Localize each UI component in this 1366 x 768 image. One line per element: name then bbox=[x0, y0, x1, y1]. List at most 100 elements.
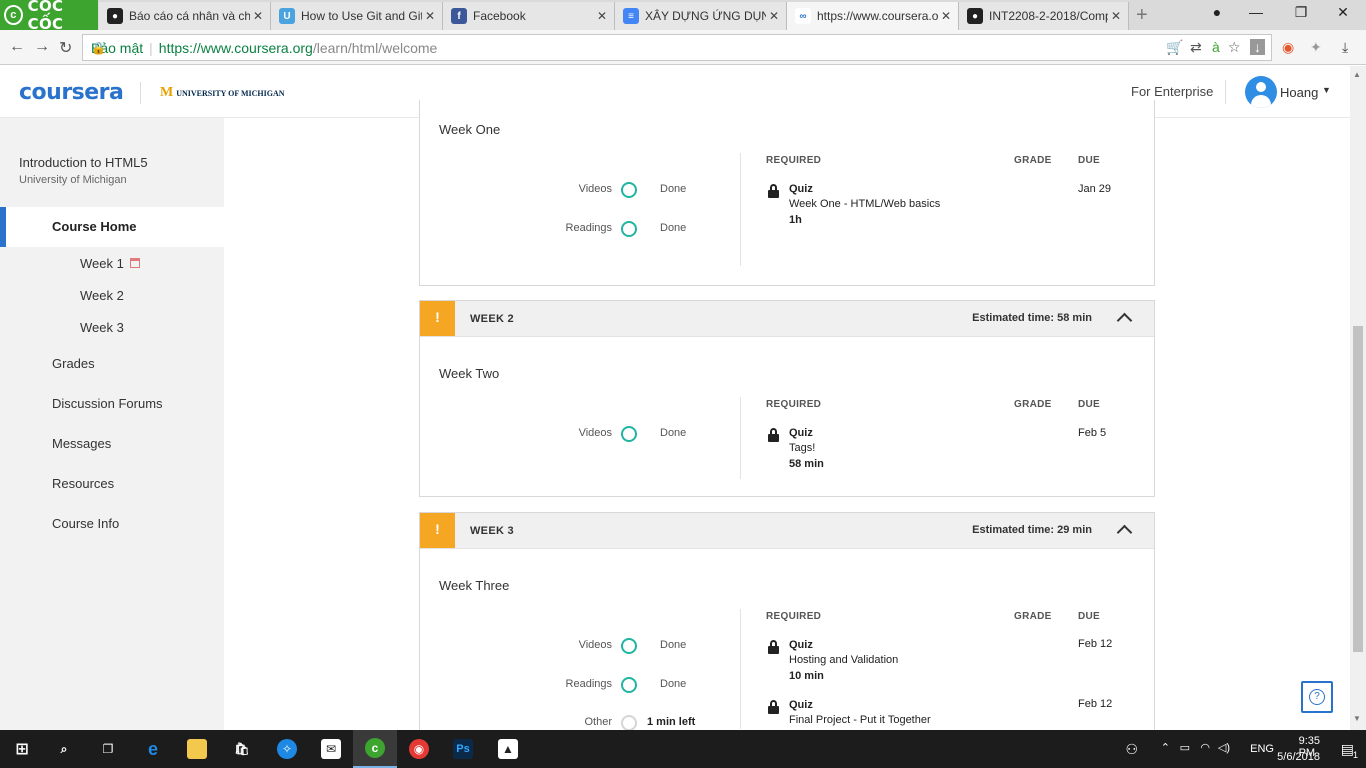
tab-title: INT2208-2-2018/Complet bbox=[989, 9, 1108, 23]
bookmark-star-icon[interactable]: ☆ bbox=[1228, 39, 1241, 56]
item-title[interactable]: Final Project - Put it Together bbox=[789, 714, 931, 726]
browser-tab[interactable]: f Facebook ✕ bbox=[443, 2, 615, 30]
extension-icon[interactable]: ◉ bbox=[1282, 39, 1294, 56]
address-bar[interactable]: 🔒 Bảo mật | https://www.coursera.org /le… bbox=[82, 34, 1272, 61]
sidebar-item-week-3[interactable]: Week 3 bbox=[80, 320, 124, 335]
restore-button[interactable]: ❐ bbox=[1286, 4, 1316, 21]
translate-icon[interactable]: ⇄ bbox=[1190, 39, 1202, 56]
sidebar-item-grades[interactable]: Grades bbox=[52, 356, 95, 371]
progress-ring-icon bbox=[621, 182, 637, 198]
download-savior-icon[interactable]: ↓ bbox=[1250, 39, 1265, 55]
item-title[interactable]: Week One - HTML/Web basics bbox=[789, 198, 940, 210]
coccoc-app[interactable]: c bbox=[353, 730, 397, 768]
language-indicator[interactable]: ENG bbox=[1250, 743, 1274, 755]
chevron-up-icon[interactable] bbox=[1116, 312, 1133, 329]
wifi-icon[interactable]: ◠ bbox=[1200, 741, 1210, 754]
calendar-icon bbox=[129, 258, 140, 268]
page-scrollbar[interactable]: ▲ ▼ bbox=[1350, 66, 1366, 730]
forward-icon[interactable]: → bbox=[34, 38, 50, 56]
item-due-date: Feb 12 bbox=[1078, 638, 1113, 650]
photos-app[interactable]: ▲ bbox=[486, 730, 530, 768]
back-icon[interactable]: ← bbox=[9, 38, 25, 56]
browser-tab[interactable]: ● INT2208-2-2018/Complet ✕ bbox=[959, 2, 1129, 30]
profile-icon[interactable]: ● bbox=[1202, 4, 1232, 20]
people-icon[interactable]: ⚇ bbox=[1125, 741, 1138, 758]
close-window-button[interactable]: ✕ bbox=[1328, 4, 1358, 21]
browser-tab[interactable]: ≡ XÂY DỰNG ỨNG DỤNG H ✕ bbox=[615, 2, 787, 30]
scrollbar-thumb[interactable] bbox=[1353, 326, 1363, 652]
chevron-down-icon[interactable]: ▼ bbox=[1322, 85, 1331, 95]
partner-name: UNIVERSITY OF MICHIGAN bbox=[176, 88, 285, 98]
vietnamese-input-icon[interactable]: à bbox=[1212, 39, 1220, 55]
partner-logo[interactable]: M UNIVERSITY OF MICHIGAN bbox=[160, 85, 285, 101]
sidebar-item-course-home[interactable]: Course Home bbox=[0, 207, 224, 247]
item-type[interactable]: Quiz bbox=[789, 639, 813, 651]
reload-icon[interactable]: ↻ bbox=[59, 38, 72, 58]
safari-app[interactable]: ✧ bbox=[265, 730, 309, 768]
github-icon: ● bbox=[967, 8, 983, 24]
new-tab-button[interactable]: + bbox=[1136, 4, 1148, 27]
udacity-icon: U bbox=[279, 8, 295, 24]
chrome-app[interactable]: ◉ bbox=[397, 730, 441, 768]
start-button[interactable]: ⊞ bbox=[0, 730, 44, 768]
minimize-button[interactable]: — bbox=[1241, 4, 1271, 20]
photoshop-app[interactable]: Ps bbox=[441, 730, 485, 768]
extension-icon[interactable]: ✦ bbox=[1310, 39, 1322, 56]
close-tab-icon[interactable]: ✕ bbox=[938, 9, 954, 23]
item-type[interactable]: Quiz bbox=[789, 427, 813, 439]
close-tab-icon[interactable]: ✕ bbox=[422, 9, 438, 23]
sidebar-item-week-2[interactable]: Week 2 bbox=[80, 288, 124, 303]
course-title[interactable]: Introduction to HTML5 bbox=[19, 155, 148, 170]
browser-tab[interactable]: ● Báo cáo cá nhân và chấm ✕ bbox=[99, 2, 271, 30]
browser-tab[interactable]: U How to Use Git and GitHu ✕ bbox=[271, 2, 443, 30]
item-type[interactable]: Quiz bbox=[789, 183, 813, 195]
umich-block-m-icon: M bbox=[160, 85, 174, 100]
browser-tab-active[interactable]: ∞ https://www.coursera.org/ ✕ bbox=[787, 2, 959, 30]
chrome-icon: ◉ bbox=[409, 739, 429, 759]
item-due-date: Jan 29 bbox=[1078, 183, 1112, 195]
item-title[interactable]: Tags! bbox=[789, 442, 815, 454]
close-tab-icon[interactable]: ✕ bbox=[1108, 9, 1124, 23]
mail-app[interactable]: ✉ bbox=[309, 730, 353, 768]
item-title[interactable]: Hosting and Validation bbox=[789, 654, 898, 666]
chevron-up-icon[interactable]: ⌃ bbox=[1161, 741, 1170, 754]
scroll-up-icon[interactable]: ▲ bbox=[1353, 70, 1361, 79]
close-tab-icon[interactable]: ✕ bbox=[250, 9, 266, 23]
shopping-cart-icon[interactable]: 🛒 bbox=[1166, 39, 1183, 56]
volume-icon[interactable]: ◁) bbox=[1218, 741, 1230, 754]
task-view-button[interactable]: ❐ bbox=[86, 730, 130, 768]
scroll-down-icon[interactable]: ▼ bbox=[1353, 714, 1361, 723]
avatar[interactable] bbox=[1245, 76, 1277, 108]
user-name[interactable]: Hoang bbox=[1280, 85, 1318, 100]
store-app[interactable]: 🛍 bbox=[220, 730, 264, 768]
stat-value: Done bbox=[660, 639, 687, 651]
chevron-up-icon[interactable] bbox=[1116, 524, 1133, 541]
course-sidebar: Introduction to HTML5 University of Mich… bbox=[0, 118, 224, 730]
week-label: WEEK 2 bbox=[470, 313, 514, 325]
sidebar-item-course-info[interactable]: Course Info bbox=[52, 516, 119, 531]
coursera-logo[interactable]: coursera bbox=[19, 80, 124, 105]
sidebar-item-messages[interactable]: Messages bbox=[52, 436, 111, 451]
week-card-header[interactable]: ! WEEK 3 Estimated time: 29 min bbox=[420, 513, 1154, 549]
help-button[interactable]: ? bbox=[1301, 681, 1333, 713]
github-icon: ● bbox=[107, 8, 123, 24]
week-card-header[interactable]: ! WEEK 2 Estimated time: 58 min bbox=[420, 301, 1154, 337]
close-tab-icon[interactable]: ✕ bbox=[766, 9, 782, 23]
sidebar-item-week-1[interactable]: Week 1 bbox=[80, 256, 140, 271]
estimated-time: Estimated time: 29 min bbox=[972, 524, 1092, 536]
coccoc-menu-button[interactable]: c CỐC CỐC bbox=[0, 0, 98, 33]
edge-app[interactable]: e bbox=[131, 730, 175, 768]
sidebar-item-discussion-forums[interactable]: Discussion Forums bbox=[52, 396, 163, 411]
file-explorer-app[interactable] bbox=[175, 730, 219, 768]
battery-icon[interactable]: ▭ bbox=[1180, 741, 1190, 754]
column-divider bbox=[740, 609, 741, 729]
lock-icon bbox=[768, 184, 779, 198]
lock-icon bbox=[768, 700, 779, 714]
sidebar-item-resources[interactable]: Resources bbox=[52, 476, 114, 491]
for-enterprise-link[interactable]: For Enterprise bbox=[1131, 84, 1213, 99]
search-button[interactable]: ⌕ bbox=[42, 730, 86, 768]
clock-date[interactable]: 5/6/2018 bbox=[1277, 751, 1320, 763]
close-tab-icon[interactable]: ✕ bbox=[594, 9, 610, 23]
downloads-icon[interactable]: ⤓ bbox=[1342, 39, 1348, 56]
item-type[interactable]: Quiz bbox=[789, 699, 813, 711]
